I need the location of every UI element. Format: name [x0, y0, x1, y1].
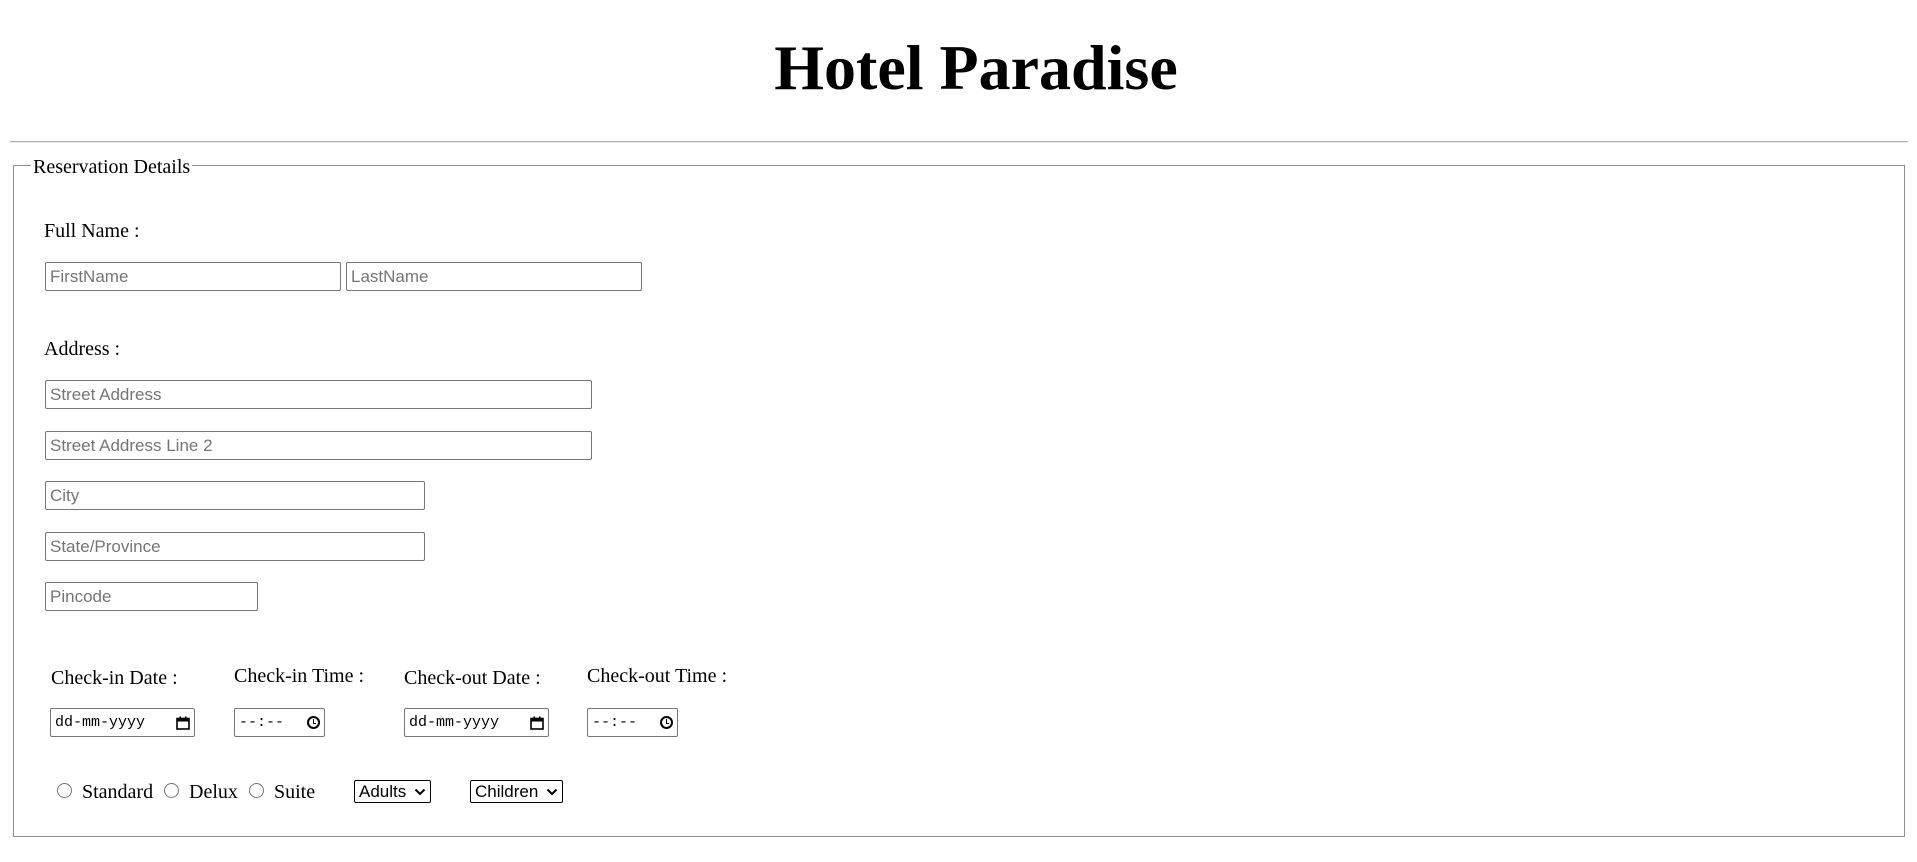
calendar-icon[interactable]: [530, 716, 544, 730]
full-name-label: Full Name :: [44, 220, 140, 242]
checkin-time-label: Check-in Time :: [234, 665, 365, 687]
first-name-input[interactable]: [45, 262, 341, 291]
checkin-date-placeholder: dd-mm-yyyy: [55, 714, 146, 731]
state-province-input[interactable]: [45, 532, 425, 561]
fieldset-legend: Reservation Details: [31, 155, 193, 179]
checkout-time-placeholder: --:--: [592, 714, 638, 731]
checkin-time-input[interactable]: --:--: [234, 708, 325, 737]
adults-select-value: Adults: [359, 781, 407, 801]
calendar-icon[interactable]: [176, 716, 190, 730]
children-select-value: Children: [475, 781, 539, 801]
room-type-suite-radio[interactable]: [249, 783, 264, 798]
children-select[interactable]: Children: [470, 780, 563, 803]
street-address-line2-input[interactable]: [45, 431, 592, 460]
address-label: Address :: [44, 338, 121, 360]
checkin-date-label: Check-in Date :: [51, 667, 178, 689]
page-title: Hotel Paradise: [774, 32, 1178, 103]
checkin-time-placeholder: --:--: [239, 714, 285, 731]
clock-icon[interactable]: [660, 716, 673, 729]
room-type-standard-radio[interactable]: [57, 783, 72, 798]
chevron-down-icon: [414, 788, 426, 795]
room-type-delux-radio[interactable]: [164, 783, 179, 798]
checkout-date-placeholder: dd-mm-yyyy: [409, 714, 500, 731]
checkout-date-label: Check-out Date :: [404, 667, 541, 689]
checkout-time-label: Check-out Time :: [587, 665, 728, 687]
reservation-page: Hotel Paradise Reservation Details Full …: [0, 0, 1917, 862]
checkout-date-input[interactable]: dd-mm-yyyy: [404, 708, 549, 737]
room-type-delux-label: Delux: [189, 781, 238, 803]
pincode-input[interactable]: [45, 582, 258, 611]
checkout-time-input[interactable]: --:--: [587, 708, 678, 737]
city-input[interactable]: [45, 481, 425, 510]
room-type-suite-label: Suite: [274, 781, 316, 803]
street-address-input[interactable]: [45, 380, 592, 409]
chevron-down-icon: [546, 788, 558, 795]
checkin-date-input[interactable]: dd-mm-yyyy: [50, 708, 195, 737]
clock-icon[interactable]: [307, 716, 320, 729]
adults-select[interactable]: Adults: [354, 780, 431, 803]
room-type-standard-label: Standard: [82, 781, 154, 803]
horizontal-divider: [10, 141, 1908, 143]
last-name-input[interactable]: [346, 262, 642, 291]
